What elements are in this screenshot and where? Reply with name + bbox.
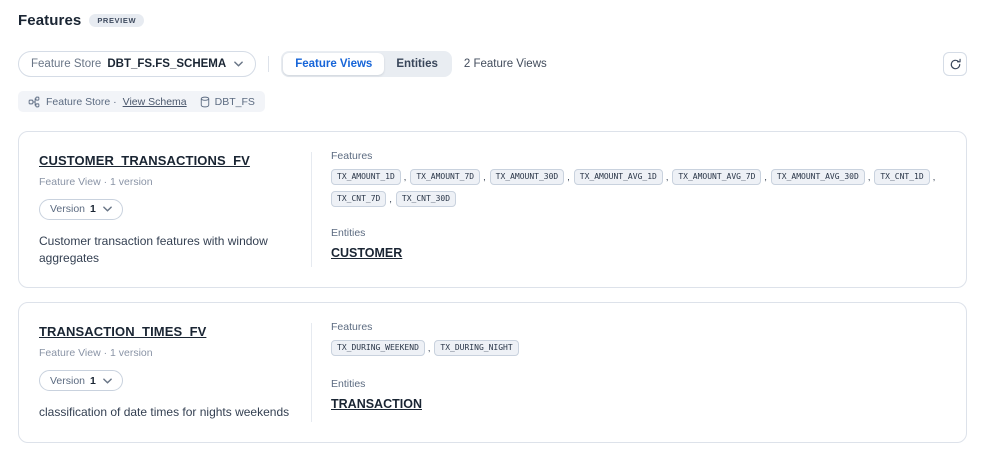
- version-select[interactable]: Version 1: [39, 370, 123, 391]
- feature-chip-list: TX_AMOUNT_1D,TX_AMOUNT_7D,TX_AMOUNT_30D,…: [331, 169, 943, 207]
- breadcrumb-database: DBT_FS: [199, 96, 255, 108]
- feature-chip-group: TX_AMOUNT_AVG_30D,: [771, 169, 870, 185]
- feature-chip: TX_CNT_7D: [331, 191, 386, 207]
- feature-view-meta: Feature View · 1 version: [39, 176, 291, 188]
- feature-chip-group: TX_AMOUNT_7D,: [410, 169, 485, 185]
- feature-view-title-link[interactable]: CUSTOMER_TRANSACTIONS_FV: [39, 153, 250, 168]
- feature-chip: TX_AMOUNT_AVG_7D: [672, 169, 761, 185]
- feature-store-select-label: Feature Store: [31, 58, 101, 70]
- feature-chip-group: TX_AMOUNT_AVG_1D,: [574, 169, 669, 185]
- feature-view-card: TRANSACTION_TIMES_FV Feature View · 1 ve…: [18, 302, 967, 442]
- feature-view-card: CUSTOMER_TRANSACTIONS_FV Feature View · …: [18, 131, 967, 289]
- version-select-value: 1: [90, 375, 96, 387]
- feature-chip: TX_CNT_1D: [874, 169, 929, 185]
- version-select-label: Version: [50, 203, 85, 215]
- refresh-button[interactable]: [943, 52, 967, 76]
- feature-chip: TX_DURING_WEEKEND: [331, 340, 425, 356]
- chip-separator: ,: [567, 172, 570, 182]
- entity-link[interactable]: TRANSACTION: [331, 397, 422, 411]
- card-summary: TRANSACTION_TIMES_FV Feature View · 1 ve…: [19, 303, 311, 441]
- chevron-down-icon: [234, 61, 243, 67]
- feature-chip: TX_DURING_NIGHT: [434, 340, 518, 356]
- feature-view-description: classification of date times for nights …: [39, 404, 291, 421]
- features-page: Features PREVIEW Feature Store DBT_FS.FS…: [0, 0, 985, 443]
- feature-view-description: Customer transaction features with windo…: [39, 233, 291, 268]
- chip-separator: ,: [389, 194, 392, 204]
- version-select-value: 1: [90, 203, 96, 215]
- version-select-label: Version: [50, 375, 85, 387]
- page-header: Features PREVIEW: [18, 12, 967, 29]
- database-name: DBT_FS: [215, 96, 255, 108]
- feature-chip: TX_AMOUNT_7D: [410, 169, 480, 185]
- schema-icon: [28, 96, 40, 108]
- feature-view-meta: Feature View · 1 version: [39, 347, 291, 359]
- feature-store-select-value: DBT_FS.FS_SCHEMA: [107, 58, 226, 70]
- feature-chip-group: TX_AMOUNT_AVG_7D,: [672, 169, 767, 185]
- feature-chip-group: TX_AMOUNT_1D,: [331, 169, 406, 185]
- feature-view-title-link[interactable]: TRANSACTION_TIMES_FV: [39, 324, 206, 339]
- feature-chip: TX_AMOUNT_1D: [331, 169, 401, 185]
- chip-separator: ,: [404, 172, 407, 182]
- card-details: Features TX_AMOUNT_1D,TX_AMOUNT_7D,TX_AM…: [312, 132, 966, 288]
- feature-chip: TX_AMOUNT_AVG_30D: [771, 169, 865, 185]
- preview-badge: PREVIEW: [89, 14, 144, 28]
- chevron-down-icon: [103, 378, 112, 384]
- database-icon: [199, 96, 211, 108]
- tab-feature-views[interactable]: Feature Views: [283, 53, 384, 75]
- chip-separator: ,: [764, 172, 767, 182]
- feature-chip-group: TX_CNT_1D,: [874, 169, 935, 185]
- feature-chip-group: TX_CNT_7D,: [331, 191, 392, 207]
- toolbar-divider: [268, 56, 269, 72]
- feature-chip-list: TX_DURING_WEEKEND,TX_DURING_NIGHT: [331, 340, 943, 356]
- chip-separator: ,: [483, 172, 486, 182]
- entities-section-label: Entities: [331, 227, 947, 239]
- tab-entities[interactable]: Entities: [384, 53, 450, 75]
- chip-separator: ,: [933, 172, 936, 182]
- feature-chip-group: TX_CNT_30D: [396, 191, 456, 207]
- feature-chip-group: TX_AMOUNT_30D,: [490, 169, 570, 185]
- view-schema-link[interactable]: View Schema: [123, 96, 187, 108]
- chip-separator: ,: [428, 343, 431, 353]
- refresh-icon: [949, 58, 962, 71]
- feature-chip: TX_AMOUNT_30D: [490, 169, 565, 185]
- feature-chip-group: TX_DURING_NIGHT: [434, 340, 518, 356]
- features-section-label: Features: [331, 150, 947, 162]
- entities-section: Entities TRANSACTION: [331, 378, 947, 413]
- entities-section: Entities CUSTOMER: [331, 227, 947, 262]
- view-tabs: Feature Views Entities: [281, 51, 452, 77]
- version-select[interactable]: Version 1: [39, 199, 123, 220]
- feature-chip: TX_CNT_30D: [396, 191, 456, 207]
- breadcrumb-prefix: Feature Store ·: [46, 96, 117, 108]
- feature-chip-group: TX_DURING_WEEKEND,: [331, 340, 430, 356]
- page-title: Features: [18, 12, 81, 29]
- features-section-label: Features: [331, 321, 947, 333]
- chip-separator: ,: [868, 172, 871, 182]
- toolbar-right: [943, 52, 967, 76]
- card-details: Features TX_DURING_WEEKEND,TX_DURING_NIG…: [312, 303, 966, 441]
- entities-section-label: Entities: [331, 378, 947, 390]
- breadcrumb: Feature Store · View Schema DBT_FS: [18, 91, 265, 112]
- chip-separator: ,: [666, 172, 669, 182]
- entity-link[interactable]: CUSTOMER: [331, 246, 402, 260]
- toolbar: Feature Store DBT_FS.FS_SCHEMA Feature V…: [18, 51, 967, 77]
- feature-views-count: 2 Feature Views: [464, 58, 547, 70]
- chevron-down-icon: [103, 206, 112, 212]
- card-summary: CUSTOMER_TRANSACTIONS_FV Feature View · …: [19, 132, 311, 288]
- feature-chip: TX_AMOUNT_AVG_1D: [574, 169, 663, 185]
- feature-store-select[interactable]: Feature Store DBT_FS.FS_SCHEMA: [18, 51, 256, 77]
